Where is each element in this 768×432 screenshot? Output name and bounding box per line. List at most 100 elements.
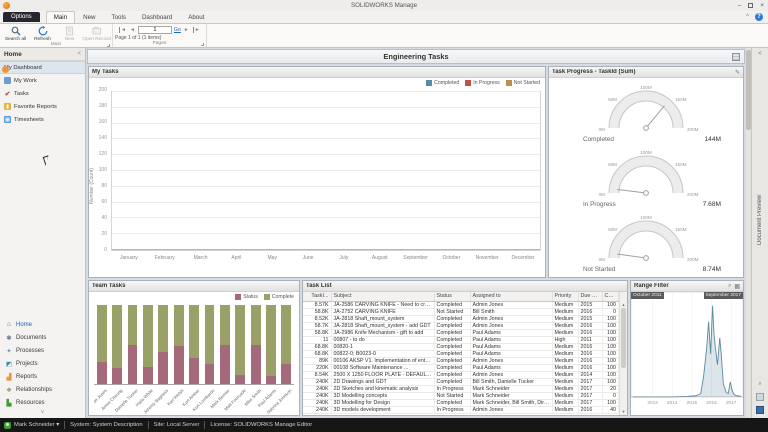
table-row[interactable]: 68.8K00822-0; B0023-0CompletedPaul Adams… [303, 350, 619, 357]
bar-april[interactable] [219, 92, 255, 250]
preview-image-icon[interactable] [756, 393, 764, 401]
team-bar[interactable] [156, 305, 171, 384]
search-all-button[interactable]: Search all [2, 25, 29, 42]
nav-expander-icon[interactable]: ∨ [0, 409, 85, 418]
table-row[interactable]: 68.8K00820-1CompletedPaul AdamsMedium201… [303, 343, 619, 350]
bar-january[interactable] [112, 92, 148, 250]
tab-main[interactable]: Main [46, 11, 75, 23]
table-row[interactable]: 240K3D models developmentIn ProgressAdmi… [303, 406, 619, 413]
table-row[interactable]: 58.8KJA-2986 Knife Mechanism - gift to a… [303, 329, 619, 336]
column-header[interactable]: Compl... [602, 292, 619, 301]
nav-relationships[interactable]: ❖Relationships [0, 383, 85, 396]
team-bar[interactable] [233, 305, 248, 384]
prev-page-button[interactable]: ◄ [129, 27, 136, 33]
tab-dashboard[interactable]: Dashboard [134, 11, 180, 23]
team-bar[interactable] [186, 305, 201, 384]
nav-reports[interactable]: ▟Reports [0, 370, 85, 383]
column-header[interactable]: Priority [552, 292, 578, 301]
table-row[interactable]: 240K3D Modelling conceptsNot StartedMark… [303, 392, 619, 399]
table-row[interactable]: 240K2D Drawings and GDTCompletedBill Smi… [303, 378, 619, 385]
bar-december[interactable] [504, 92, 540, 250]
collapse-ribbon-icon[interactable]: ^ [746, 14, 749, 20]
table-row[interactable]: 58.8KJA-2752 CARVING KNIFENot StartedBil… [303, 308, 619, 315]
tab-new[interactable]: New [75, 11, 103, 23]
team-bar[interactable] [279, 305, 294, 384]
column-header[interactable]: Subject [331, 292, 434, 301]
bar-september[interactable] [397, 92, 433, 250]
edit-panel-icon[interactable]: ✎ [735, 69, 740, 76]
sidebar-item-favorite-reports[interactable]: ▮Favorite Reports [0, 100, 85, 113]
table-row[interactable]: 8.57KJA-2586 CARVING KNIFE - Need to cre… [303, 301, 619, 308]
table-row[interactable]: 220K00108 Software Maintenance ...Comple… [303, 364, 619, 371]
range-filter-chart[interactable]: 20132014201520162017 [631, 292, 743, 406]
scrollbar-thumb[interactable] [621, 308, 626, 368]
team-bar[interactable] [248, 305, 263, 384]
bar-march[interactable] [183, 92, 219, 250]
task-list-header[interactable]: TaskI...SubjectStatusAssigned toPriority… [303, 292, 619, 301]
table-row[interactable]: 240K3D Modelling for DesignCompletedMark… [303, 399, 619, 406]
table-row[interactable]: 1100807 - to doCompletedPaul AdamsHigh20… [303, 336, 619, 343]
team-bar[interactable] [125, 305, 140, 384]
close-button[interactable]: × [760, 2, 764, 9]
expand-preview-icon[interactable]: < [758, 48, 762, 60]
sidebar-item-timesheets[interactable]: ▦Timesheets [0, 113, 85, 126]
nav-resources[interactable]: ▙Resources [0, 396, 85, 409]
team-bar[interactable] [140, 305, 155, 384]
table-row[interactable]: 58.7KJA-2818 Shaft_mount_system - add GD… [303, 322, 619, 329]
task-list-scrollbar[interactable]: ▲ ▼ [619, 292, 627, 415]
nav-documents[interactable]: ✱Documents [0, 331, 85, 344]
page-number-input[interactable] [138, 26, 172, 34]
table-row[interactable]: 240K2D Sketches and kinematic analysisIn… [303, 385, 619, 392]
preview-mode-icon[interactable] [756, 406, 764, 414]
collapse-sidebar-icon[interactable]: < [77, 51, 81, 57]
range-end-badge[interactable]: September 2017 [704, 292, 743, 299]
range-start-badge[interactable]: October 2011 [631, 292, 664, 299]
restore-button[interactable] [748, 3, 753, 8]
team-bar[interactable] [171, 305, 186, 384]
table-row[interactable]: 89K00106 AKSP V1. Implementation of enti… [303, 357, 619, 364]
calendar-icon[interactable]: ▦ [734, 283, 740, 290]
sidebar-item-tasks[interactable]: ✔Tasks [0, 87, 85, 100]
scroll-up-icon[interactable]: ▲ [620, 302, 627, 307]
table-row[interactable]: 8.54K2500 X 1250 FLOOR PLATE - DEFAULT,P… [303, 371, 619, 378]
status-user[interactable]: Mark Schneider ▾ [14, 422, 59, 428]
column-header[interactable]: Status [434, 292, 470, 301]
last-page-button[interactable]: ► [192, 27, 201, 33]
column-header[interactable]: Due Date (Ye... [578, 292, 602, 301]
nav-processes[interactable]: ✦Processes [0, 344, 85, 357]
bar-august[interactable] [362, 92, 398, 250]
document-preview-tab[interactable]: Document Preview [757, 60, 763, 380]
team-bar[interactable] [109, 305, 124, 384]
dashboard-settings-icon[interactable] [732, 53, 740, 61]
minimize-button[interactable]: – [738, 2, 742, 9]
options-button[interactable]: Options [3, 12, 40, 22]
group-expander-icon[interactable] [201, 43, 204, 46]
column-header[interactable]: Assigned to [470, 292, 552, 301]
bar-november[interactable] [469, 92, 505, 250]
scroll-down-icon[interactable]: ▼ [620, 409, 627, 414]
clear-filter-icon[interactable]: ⌕ [728, 283, 731, 290]
team-bar[interactable] [263, 305, 278, 384]
sidebar-item-my-work[interactable]: My Work [0, 74, 85, 87]
first-page-button[interactable]: ◄ [118, 27, 127, 33]
preview-search-icon[interactable]: ⌕ [756, 380, 764, 388]
tab-about[interactable]: About [180, 11, 212, 23]
bar-may[interactable] [255, 92, 291, 250]
next-page-button[interactable]: ► [183, 27, 190, 33]
bar-february[interactable] [148, 92, 184, 250]
sidebar-header[interactable]: Home < [0, 48, 85, 61]
bar-june[interactable] [290, 92, 326, 250]
bar-july[interactable] [326, 92, 362, 250]
nav-home[interactable]: ⌂Home [0, 318, 85, 331]
sidebar-item-my-dashboard[interactable]: My Dashboard [0, 61, 85, 74]
table-row[interactable]: 8.52KJA-2818 Shaft_mount_systemCompleted… [303, 315, 619, 322]
bar-october[interactable] [433, 92, 469, 250]
team-bar[interactable] [94, 305, 109, 384]
team-bar[interactable] [217, 305, 232, 384]
nav-projects[interactable]: ◩Projects [0, 357, 85, 370]
go-link[interactable]: Go [174, 27, 181, 33]
team-bar[interactable] [202, 305, 217, 384]
column-header[interactable]: TaskI... [303, 292, 331, 301]
help-icon[interactable]: ? [755, 13, 763, 21]
refresh-button[interactable]: Refresh [29, 25, 56, 42]
